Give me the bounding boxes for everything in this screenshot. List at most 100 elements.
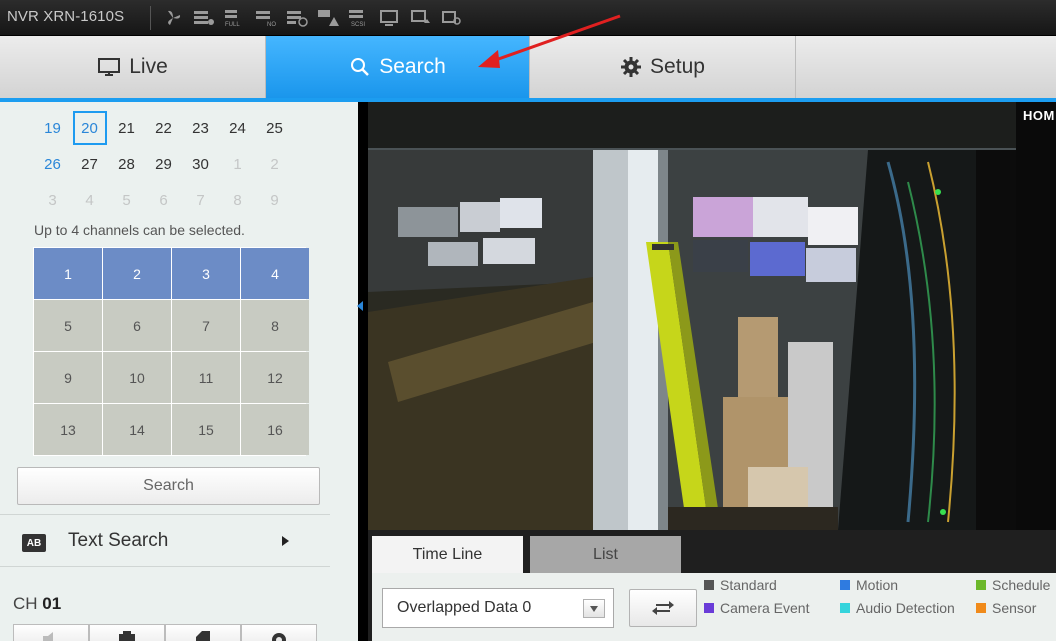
calendar-day[interactable]: 8 [219, 182, 256, 218]
channel-cell[interactable]: 2 [103, 248, 171, 299]
device-name: NVR XRN-1610S [7, 8, 125, 25]
status-separator [150, 6, 151, 30]
tab-list[interactable]: List [530, 536, 681, 573]
svg-text:NO: NO [267, 22, 276, 27]
speaker-icon [43, 632, 53, 641]
legend-item: Standard [704, 577, 777, 593]
channel-prefix: CH [13, 594, 38, 613]
timeline-controls: Overlapped Data 0 Standard Motion Schedule… [372, 573, 1056, 641]
current-channel-label: CH 01 [13, 594, 61, 614]
channel-cell[interactable]: 9 [34, 352, 102, 403]
calendar-day[interactable]: 27 [71, 146, 108, 182]
settings-button[interactable] [241, 624, 317, 641]
calendar-week: 26 27 28 29 30 1 2 [34, 146, 293, 182]
tab-bar-filler [796, 36, 1056, 98]
tab-search-label: Search [379, 55, 446, 78]
legend-item: Audio Detection [840, 600, 955, 616]
channel-cell[interactable]: 10 [103, 352, 171, 403]
calendar-day[interactable]: 29 [145, 146, 182, 182]
tab-live[interactable]: Live [0, 36, 266, 98]
status-icons: FULL NO SCSI [162, 6, 463, 30]
calendar-day[interactable]: 4 [71, 182, 108, 218]
camera-icon [119, 631, 135, 641]
channel-cell[interactable]: 1 [34, 248, 102, 299]
divider [0, 514, 330, 515]
legend-label: Audio Detection [856, 600, 955, 616]
loop-button[interactable] [629, 589, 697, 627]
svg-text:SCSI: SCSI [351, 22, 365, 27]
annotation-arrow [478, 14, 621, 68]
tab-time-line[interactable]: Time Line [372, 536, 523, 573]
smart-search-icon: SCSI [348, 8, 370, 28]
chevron-right-icon [282, 536, 289, 546]
timeline-panel: Time Line List Overlapped Data 0 Standar… [368, 530, 1056, 641]
record-icon [193, 8, 215, 28]
calendar-day[interactable]: 23 [182, 110, 219, 146]
video-side-panel [1016, 102, 1056, 530]
calendar: 19 20 21 22 23 24 25 26 27 28 29 30 1 2 3 4 5 6 7 8 9 [34, 110, 293, 218]
calendar-day[interactable]: 19 [34, 110, 71, 146]
calendar-day[interactable]: 9 [256, 182, 293, 218]
capture-button[interactable] [89, 624, 165, 641]
calendar-day[interactable]: 6 [145, 182, 182, 218]
calendar-day[interactable]: 22 [145, 110, 182, 146]
legend-label: Motion [856, 577, 899, 593]
video-playback[interactable] [368, 102, 1016, 530]
zoom-button[interactable] [165, 624, 241, 641]
channel-cell[interactable]: 5 [34, 300, 102, 351]
calendar-day[interactable]: 2 [256, 146, 293, 182]
channel-grid: 1 2 3 4 5 6 7 8 9 10 11 12 13 14 15 16 [33, 247, 309, 456]
channel-cell[interactable]: 16 [241, 404, 309, 455]
overlapped-data-value: Overlapped Data 0 [397, 599, 532, 616]
divider [0, 566, 330, 567]
channel-cell[interactable]: 3 [172, 248, 240, 299]
calendar-day[interactable]: 25 [256, 110, 293, 146]
calendar-day[interactable]: 1 [219, 146, 256, 182]
channel-cell[interactable]: 14 [103, 404, 171, 455]
channel-cell[interactable]: 13 [34, 404, 102, 455]
channel-selection-note: Up to 4 channels can be selected. [34, 222, 245, 238]
calendar-day[interactable]: 5 [108, 182, 145, 218]
legend-swatch [704, 603, 714, 613]
channel-number: 01 [42, 594, 62, 613]
text-search-row[interactable]: AB Text Search [0, 522, 330, 566]
chevron-down-icon[interactable] [583, 599, 605, 618]
legend-label: Camera Event [720, 600, 810, 616]
overlapped-data-select[interactable]: Overlapped Data 0 [382, 588, 614, 628]
channel-cell[interactable]: 15 [172, 404, 240, 455]
calendar-day[interactable]: 24 [219, 110, 256, 146]
legend-item: Motion [840, 577, 898, 593]
legend-item: Camera Event [704, 600, 809, 616]
calendar-day-selected: 20 [72, 111, 107, 145]
channel-cell[interactable]: 12 [241, 352, 309, 403]
channel-cell[interactable]: 7 [172, 300, 240, 351]
legend-swatch [704, 580, 714, 590]
tab-setup-label: Setup [650, 55, 705, 78]
legend-label: Schedule [992, 577, 1051, 593]
audio-button[interactable] [13, 624, 89, 641]
fan-icon [162, 8, 184, 28]
record-alert-icon [317, 8, 339, 28]
network-monitor-icon [379, 8, 401, 28]
collapse-sidebar-icon[interactable] [357, 301, 363, 311]
text-search-icon: AB [22, 534, 46, 552]
channel-cell[interactable]: 8 [241, 300, 309, 351]
channel-action-buttons [13, 624, 317, 641]
zoom-icon [196, 631, 210, 641]
search-button[interactable]: Search [17, 467, 320, 505]
channel-cell[interactable]: 4 [241, 248, 309, 299]
channel-cell[interactable]: 6 [103, 300, 171, 351]
calendar-day[interactable]: 30 [182, 146, 219, 182]
calendar-day[interactable]: 26 [34, 146, 71, 182]
calendar-day[interactable]: 21 [108, 110, 145, 146]
legend-swatch [976, 603, 986, 613]
calendar-day[interactable]: 7 [182, 182, 219, 218]
calendar-day[interactable]: 3 [34, 182, 71, 218]
record-settings-icon [272, 633, 286, 641]
svg-text:FULL: FULL [225, 22, 240, 27]
legend-label: Sensor [992, 600, 1037, 616]
loop-icon [652, 601, 674, 615]
channel-cell[interactable]: 11 [172, 352, 240, 403]
calendar-day[interactable]: 28 [108, 146, 145, 182]
calendar-day[interactable]: 20 [71, 110, 108, 146]
